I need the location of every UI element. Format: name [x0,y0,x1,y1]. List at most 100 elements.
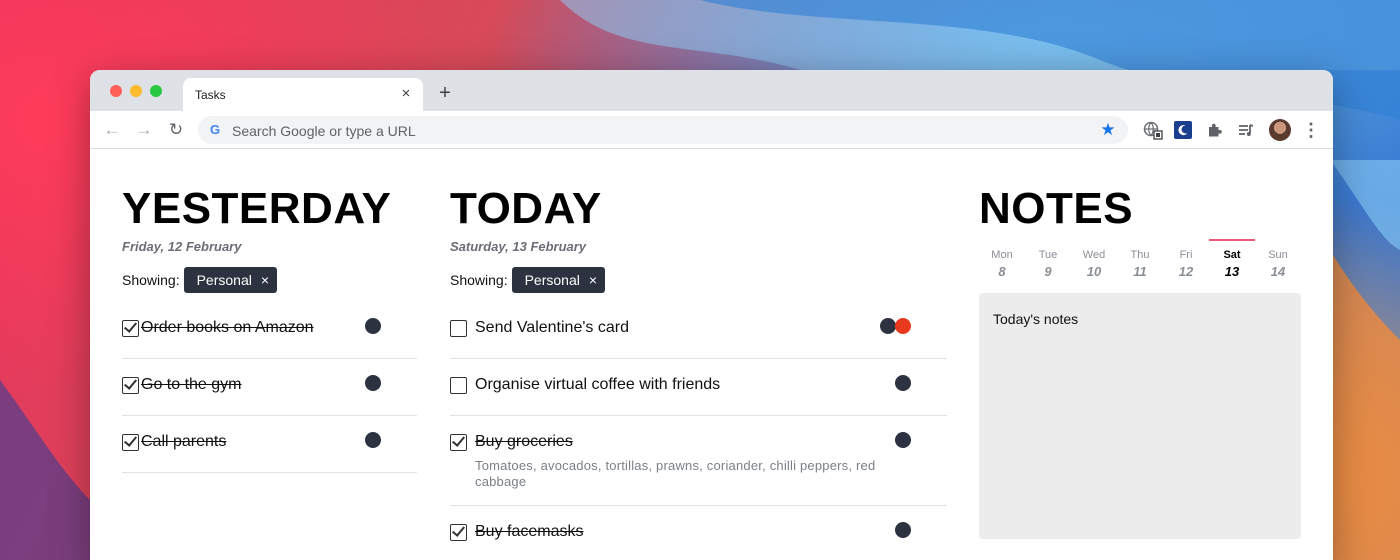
browser-toolbar: ← → ↻ G ★ [90,111,1333,149]
today-task-list: Send Valentine's card Organise virtual co… [450,302,947,560]
chip-remove-icon[interactable]: × [589,273,597,287]
extensions-puzzle-icon[interactable] [1205,120,1225,140]
checked-checkbox[interactable] [122,319,139,337]
page-content: YESTERDAY Friday, 12 February Showing: P… [90,149,1333,560]
task-text[interactable]: Buy groceries [475,433,573,451]
task-tag-dots [895,375,911,391]
day-name: Sat [1223,249,1241,261]
search-input[interactable] [232,123,1072,139]
day-number: 9 [1044,264,1052,279]
task-tag-dots [880,318,911,334]
checked-checkbox[interactable] [122,376,139,394]
yesterday-heading: YESTERDAY [122,184,392,233]
maximize-window-button[interactable] [150,85,162,97]
day-wed[interactable]: Wed 10 [1071,239,1117,281]
new-tab-button[interactable]: + [434,82,456,104]
task-text[interactable]: Organise virtual coffee with friends [475,376,720,394]
playlist-icon [1239,124,1254,136]
dark-mode-extension-icon[interactable] [1173,120,1193,140]
task-text[interactable]: Call parents [141,433,226,451]
chip-remove-icon[interactable]: × [261,273,269,287]
day-sun[interactable]: Sun 14 [1255,239,1301,281]
task-item[interactable]: Buy groceries Tomatoes, avocados, tortill… [450,416,947,506]
notes-editor[interactable]: Today's notes [979,293,1301,539]
checkbox[interactable] [450,376,467,394]
task-item[interactable]: Call parents [122,416,417,473]
translate-extension-icon[interactable] [1143,120,1163,140]
google-icon: G [209,122,221,137]
tab-title: Tasks [195,88,226,102]
task-tag-dots [365,375,381,391]
address-bar[interactable]: G ★ [198,116,1128,144]
bookmark-star-icon[interactable]: ★ [1098,120,1118,140]
today-heading: TODAY [450,184,602,233]
media-control-icon[interactable] [1236,120,1256,140]
day-number: 12 [1178,264,1194,279]
task-item[interactable]: Organise virtual coffee with friends [450,359,947,416]
task-text[interactable]: Order books on Amazon [141,319,314,337]
task-row: Organise virtual coffee with friends [450,375,947,395]
filter-chip-personal[interactable]: Personal × [511,267,606,293]
filter-chip-personal[interactable]: Personal × [183,267,278,293]
task-item[interactable]: Send Valentine's card [450,302,947,359]
showing-label: Showing: [122,272,180,288]
notes-heading: NOTES [979,184,1134,233]
close-window-button[interactable] [110,85,122,97]
tag-dot[interactable] [895,432,911,448]
tab-close-icon[interactable]: × [398,86,414,102]
tab-tasks[interactable]: Tasks × [183,78,423,111]
tag-dot[interactable] [895,522,911,538]
notes-title: Today's notes [993,311,1079,327]
today-filter: Showing: Personal × [450,267,606,293]
tab-strip: Tasks × + [90,70,1333,111]
task-text[interactable]: Buy facemasks [475,523,583,541]
back-button[interactable]: ← [101,119,123,141]
chip-label: Personal [196,272,252,288]
task-tag-dots [895,432,911,448]
yesterday-task-list: Order books on Amazon Go to the gym Call p… [122,302,417,473]
tag-dot[interactable] [365,375,381,391]
day-sat[interactable]: Sat 13 [1209,239,1255,281]
day-name: Wed [1082,249,1106,261]
tag-dot[interactable] [365,432,381,448]
tag-dot[interactable] [895,318,911,334]
day-name: Fri [1179,249,1193,261]
tag-dot[interactable] [880,318,896,334]
checked-checkbox[interactable] [450,523,467,541]
task-item[interactable]: Buy facemasks [450,506,947,560]
today-date: Saturday, 13 February [450,239,587,254]
task-row: Send Valentine's card [450,318,947,338]
checked-checkbox[interactable] [122,433,139,451]
yesterday-filter: Showing: Personal × [122,267,278,293]
chip-label: Personal [524,272,580,288]
task-tag-dots [365,432,381,448]
minimize-window-button[interactable] [130,85,142,97]
task-item[interactable]: Order books on Amazon [122,302,417,359]
day-number: 13 [1224,264,1240,279]
checked-checkbox[interactable] [450,433,467,451]
task-tag-dots [365,318,381,334]
checkbox[interactable] [450,319,467,337]
tag-dot[interactable] [365,318,381,334]
day-thu[interactable]: Thu 11 [1117,239,1163,281]
profile-avatar[interactable] [1269,119,1291,141]
menu-icon[interactable]: ⋮ [1302,120,1320,140]
day-tue[interactable]: Tue 9 [1025,239,1071,281]
day-name: Sun [1268,249,1288,261]
day-fri[interactable]: Fri 12 [1163,239,1209,281]
day-name: Thu [1130,249,1150,261]
task-item[interactable]: Go to the gym [122,359,417,416]
day-name: Mon [991,249,1013,261]
task-row: Buy groceries [450,432,947,452]
tag-dot[interactable] [895,375,911,391]
task-text[interactable]: Send Valentine's card [475,319,629,337]
task-text[interactable]: Go to the gym [141,376,242,394]
day-name: Tue [1038,249,1058,261]
moon-icon [1174,121,1192,139]
browser-window: Tasks × + ← → ↻ G ★ [90,70,1333,560]
task-note: Tomatoes, avocados, tortillas, prawns, c… [475,458,876,489]
reload-button[interactable]: ↻ [165,119,187,141]
day-mon[interactable]: Mon 8 [979,239,1025,281]
forward-button[interactable]: → [133,119,155,141]
yesterday-date: Friday, 12 February [122,239,242,254]
